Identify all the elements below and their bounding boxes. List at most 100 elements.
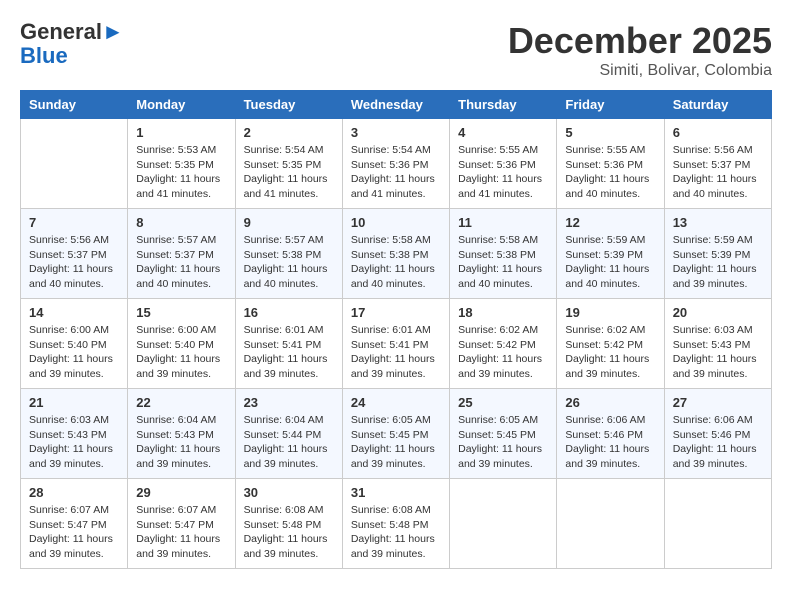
calendar-week-4: 21 Sunrise: 6:03 AMSunset: 5:43 PMDayligh… xyxy=(21,389,772,479)
logo-blue: Blue xyxy=(20,43,68,68)
day-info: Sunrise: 5:56 AMSunset: 5:37 PMDaylight:… xyxy=(673,143,763,202)
calendar-week-5: 28 Sunrise: 6:07 AMSunset: 5:47 PMDayligh… xyxy=(21,479,772,569)
day-info: Sunrise: 6:04 AMSunset: 5:43 PMDaylight:… xyxy=(136,413,226,472)
logo: General► Blue xyxy=(20,20,124,68)
day-number: 21 xyxy=(29,395,119,410)
calendar-day: 9 Sunrise: 5:57 AMSunset: 5:38 PMDaylight… xyxy=(235,209,342,299)
calendar-day: 28 Sunrise: 6:07 AMSunset: 5:47 PMDayligh… xyxy=(21,479,128,569)
day-number: 19 xyxy=(565,305,655,320)
calendar-day: 2Sunrise: 5:54 AMSunset: 5:35 PMDaylight… xyxy=(235,119,342,209)
day-info: Sunrise: 6:05 AMSunset: 5:45 PMDaylight:… xyxy=(458,413,548,472)
logo-general: General xyxy=(20,19,102,44)
title-area: December 2025 Simiti, Bolivar, Colombia xyxy=(508,20,772,80)
day-number: 22 xyxy=(136,395,226,410)
logo-blue-text: ► xyxy=(102,19,124,44)
calendar-day: 8 Sunrise: 5:57 AMSunset: 5:37 PMDaylight… xyxy=(128,209,235,299)
column-header-thursday: Thursday xyxy=(450,91,557,119)
day-number: 5 xyxy=(565,125,655,140)
day-info: Sunrise: 5:55 AMSunset: 5:36 PMDaylight:… xyxy=(458,143,548,202)
day-number: 12 xyxy=(565,215,655,230)
day-number: 31 xyxy=(351,485,441,500)
calendar-week-2: 7 Sunrise: 5:56 AMSunset: 5:37 PMDaylight… xyxy=(21,209,772,299)
day-info: Sunrise: 5:55 AMSunset: 5:36 PMDaylight:… xyxy=(565,143,655,202)
calendar-day: 15 Sunrise: 6:00 AMSunset: 5:40 PMDayligh… xyxy=(128,299,235,389)
day-info: Sunrise: 5:59 AMSunset: 5:39 PMDaylight:… xyxy=(673,233,763,292)
day-info: Sunrise: 6:03 AMSunset: 5:43 PMDaylight:… xyxy=(673,323,763,382)
day-info: Sunrise: 6:07 AMSunset: 5:47 PMDaylight:… xyxy=(29,503,119,562)
day-number: 11 xyxy=(458,215,548,230)
day-number: 28 xyxy=(29,485,119,500)
day-info: Sunrise: 5:57 AMSunset: 5:37 PMDaylight:… xyxy=(136,233,226,292)
day-info: Sunrise: 5:58 AMSunset: 5:38 PMDaylight:… xyxy=(351,233,441,292)
calendar-day: 21 Sunrise: 6:03 AMSunset: 5:43 PMDayligh… xyxy=(21,389,128,479)
column-header-saturday: Saturday xyxy=(664,91,771,119)
day-info: Sunrise: 5:57 AMSunset: 5:38 PMDaylight:… xyxy=(244,233,334,292)
calendar-day: 6Sunrise: 5:56 AMSunset: 5:37 PMDaylight… xyxy=(664,119,771,209)
calendar-day xyxy=(557,479,664,569)
calendar-day: 26 Sunrise: 6:06 AMSunset: 5:46 PMDayligh… xyxy=(557,389,664,479)
day-number: 29 xyxy=(136,485,226,500)
day-number: 25 xyxy=(458,395,548,410)
calendar-day: 5 Sunrise: 5:55 AMSunset: 5:36 PMDaylight… xyxy=(557,119,664,209)
calendar-day: 12 Sunrise: 5:59 AMSunset: 5:39 PMDayligh… xyxy=(557,209,664,299)
location: Simiti, Bolivar, Colombia xyxy=(508,62,772,80)
calendar-day: 4Sunrise: 5:55 AMSunset: 5:36 PMDaylight… xyxy=(450,119,557,209)
calendar-day: 25 Sunrise: 6:05 AMSunset: 5:45 PMDayligh… xyxy=(450,389,557,479)
calendar-day: 24Sunrise: 6:05 AMSunset: 5:45 PMDayligh… xyxy=(342,389,449,479)
calendar-day xyxy=(21,119,128,209)
calendar-day: 16 Sunrise: 6:01 AMSunset: 5:41 PMDayligh… xyxy=(235,299,342,389)
day-number: 17 xyxy=(351,305,441,320)
day-info: Sunrise: 6:00 AMSunset: 5:40 PMDaylight:… xyxy=(136,323,226,382)
column-header-tuesday: Tuesday xyxy=(235,91,342,119)
day-info: Sunrise: 6:03 AMSunset: 5:43 PMDaylight:… xyxy=(29,413,119,472)
day-info: Sunrise: 5:54 AMSunset: 5:35 PMDaylight:… xyxy=(244,143,334,202)
calendar-day: 27Sunrise: 6:06 AMSunset: 5:46 PMDayligh… xyxy=(664,389,771,479)
calendar-week-3: 14 Sunrise: 6:00 AMSunset: 5:40 PMDayligh… xyxy=(21,299,772,389)
day-info: Sunrise: 6:04 AMSunset: 5:44 PMDaylight:… xyxy=(244,413,334,472)
day-number: 3 xyxy=(351,125,441,140)
day-info: Sunrise: 6:06 AMSunset: 5:46 PMDaylight:… xyxy=(565,413,655,472)
page-header: General► Blue December 2025 Simiti, Boli… xyxy=(20,20,772,80)
calendar-day: 1 Sunrise: 5:53 AMSunset: 5:35 PMDaylight… xyxy=(128,119,235,209)
day-number: 8 xyxy=(136,215,226,230)
calendar-day: 29 Sunrise: 6:07 AMSunset: 5:47 PMDayligh… xyxy=(128,479,235,569)
day-info: Sunrise: 6:02 AMSunset: 5:42 PMDaylight:… xyxy=(458,323,548,382)
day-number: 26 xyxy=(565,395,655,410)
calendar-day: 30Sunrise: 6:08 AMSunset: 5:48 PMDayligh… xyxy=(235,479,342,569)
day-info: Sunrise: 6:05 AMSunset: 5:45 PMDaylight:… xyxy=(351,413,441,472)
calendar-table: SundayMondayTuesdayWednesdayThursdayFrid… xyxy=(20,90,772,569)
day-info: Sunrise: 6:01 AMSunset: 5:41 PMDaylight:… xyxy=(244,323,334,382)
day-number: 1 xyxy=(136,125,226,140)
day-info: Sunrise: 6:06 AMSunset: 5:46 PMDaylight:… xyxy=(673,413,763,472)
day-number: 9 xyxy=(244,215,334,230)
day-number: 14 xyxy=(29,305,119,320)
calendar-week-1: 1 Sunrise: 5:53 AMSunset: 5:35 PMDaylight… xyxy=(21,119,772,209)
calendar-day: 19 Sunrise: 6:02 AMSunset: 5:42 PMDayligh… xyxy=(557,299,664,389)
day-number: 16 xyxy=(244,305,334,320)
day-number: 20 xyxy=(673,305,763,320)
calendar-day: 22 Sunrise: 6:04 AMSunset: 5:43 PMDayligh… xyxy=(128,389,235,479)
day-info: Sunrise: 5:58 AMSunset: 5:38 PMDaylight:… xyxy=(458,233,548,292)
day-number: 10 xyxy=(351,215,441,230)
day-info: Sunrise: 6:07 AMSunset: 5:47 PMDaylight:… xyxy=(136,503,226,562)
day-info: Sunrise: 6:00 AMSunset: 5:40 PMDaylight:… xyxy=(29,323,119,382)
calendar-day: 31 Sunrise: 6:08 AMSunset: 5:48 PMDayligh… xyxy=(342,479,449,569)
day-info: Sunrise: 6:08 AMSunset: 5:48 PMDaylight:… xyxy=(244,503,334,562)
calendar-day: 11 Sunrise: 5:58 AMSunset: 5:38 PMDayligh… xyxy=(450,209,557,299)
day-info: Sunrise: 5:59 AMSunset: 5:39 PMDaylight:… xyxy=(565,233,655,292)
day-number: 7 xyxy=(29,215,119,230)
day-info: Sunrise: 6:02 AMSunset: 5:42 PMDaylight:… xyxy=(565,323,655,382)
day-info: Sunrise: 6:08 AMSunset: 5:48 PMDaylight:… xyxy=(351,503,441,562)
day-info: Sunrise: 5:56 AMSunset: 5:37 PMDaylight:… xyxy=(29,233,119,292)
column-header-monday: Monday xyxy=(128,91,235,119)
column-header-sunday: Sunday xyxy=(21,91,128,119)
calendar-header-row: SundayMondayTuesdayWednesdayThursdayFrid… xyxy=(21,91,772,119)
calendar-day: 14 Sunrise: 6:00 AMSunset: 5:40 PMDayligh… xyxy=(21,299,128,389)
day-info: Sunrise: 5:53 AMSunset: 5:35 PMDaylight:… xyxy=(136,143,226,202)
day-info: Sunrise: 5:54 AMSunset: 5:36 PMDaylight:… xyxy=(351,143,441,202)
calendar-day: 20 Sunrise: 6:03 AMSunset: 5:43 PMDayligh… xyxy=(664,299,771,389)
day-number: 15 xyxy=(136,305,226,320)
day-number: 18 xyxy=(458,305,548,320)
calendar-day: 18 Sunrise: 6:02 AMSunset: 5:42 PMDayligh… xyxy=(450,299,557,389)
calendar-day xyxy=(664,479,771,569)
